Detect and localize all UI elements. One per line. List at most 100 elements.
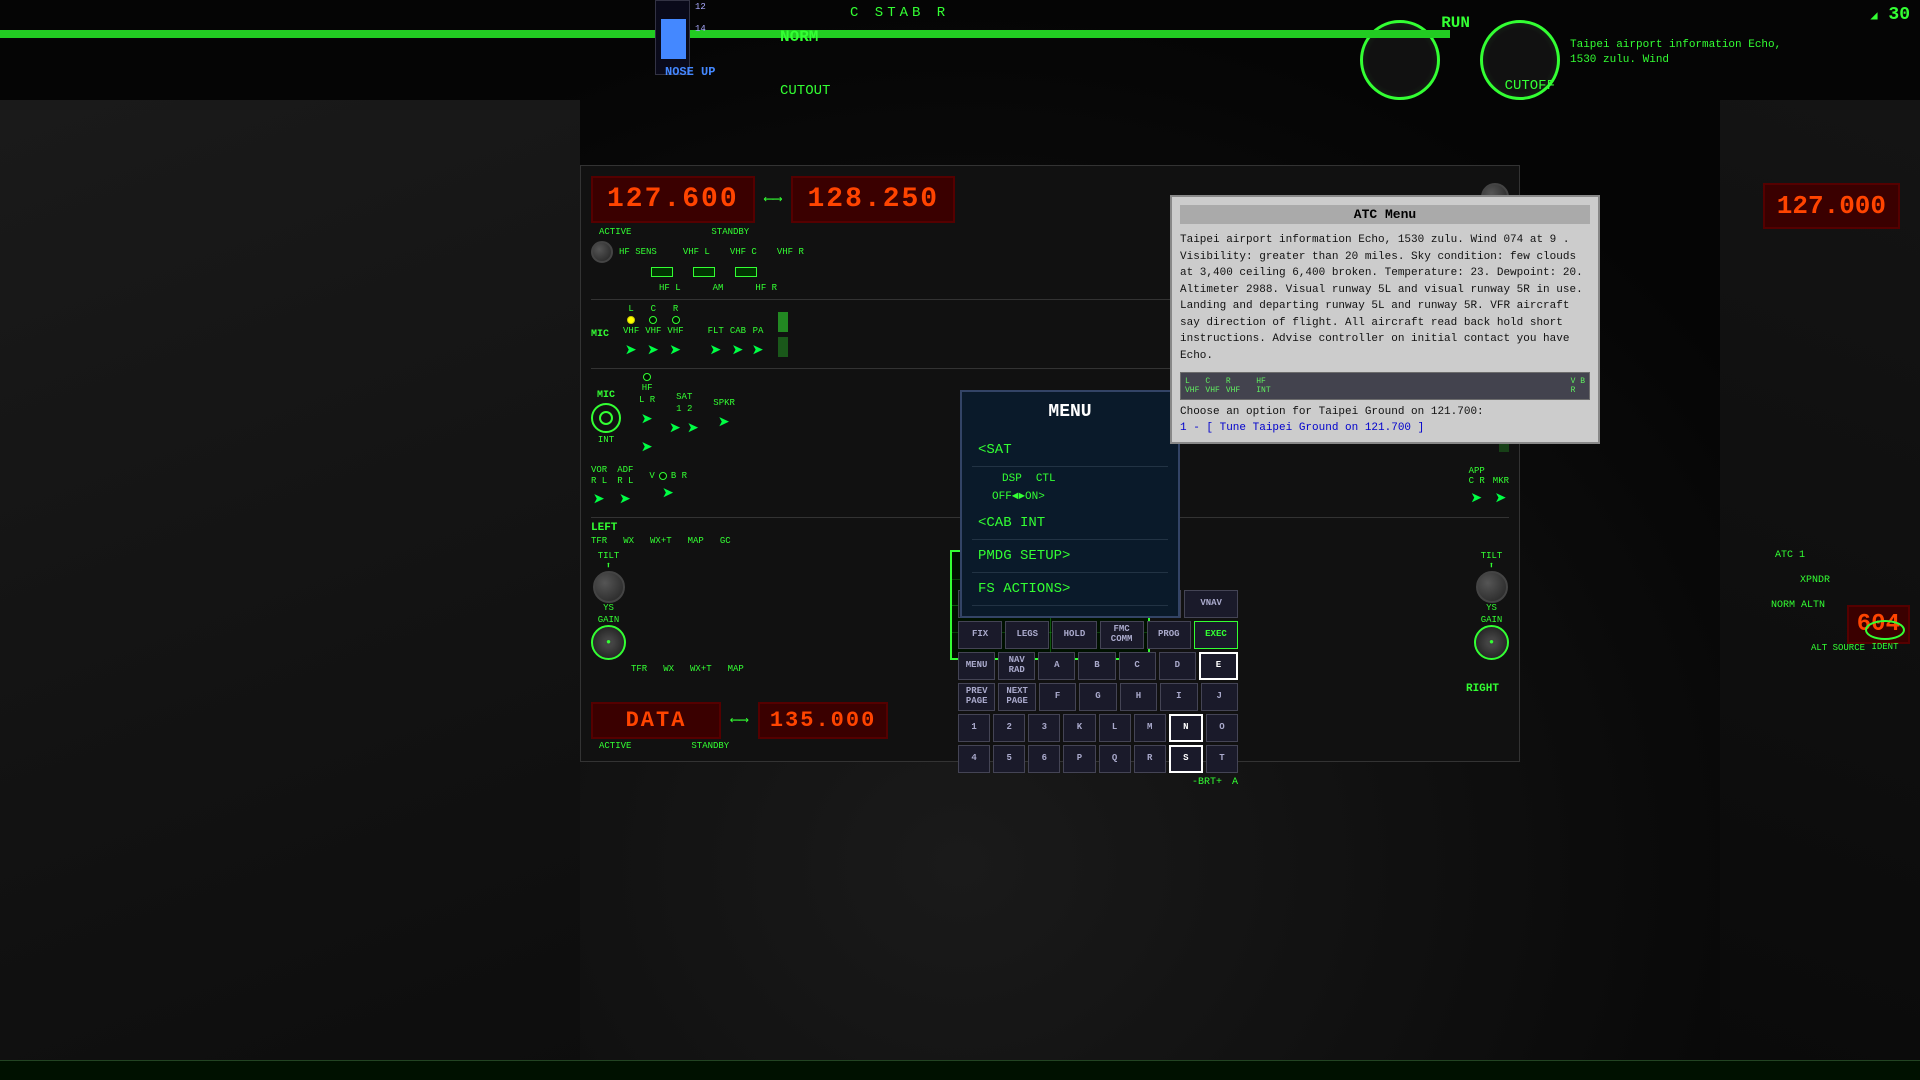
fmc-i[interactable]: I	[1160, 683, 1197, 711]
fmc-hold[interactable]: HOLD	[1052, 621, 1096, 649]
fmc-legs[interactable]: LEGS	[1005, 621, 1049, 649]
fmc-vnav[interactable]: VNAV	[1184, 590, 1238, 618]
cab-arrow[interactable]: ➤	[732, 338, 744, 364]
l-vhf-label: L	[628, 304, 633, 314]
fmc-h[interactable]: H	[1120, 683, 1157, 711]
fmc-t[interactable]: T	[1206, 745, 1238, 773]
fmc-6[interactable]: 6	[1028, 745, 1060, 773]
left-label: LEFT	[591, 522, 617, 534]
com1-standby-freq[interactable]: 128.250	[791, 176, 955, 223]
ident-circle[interactable]	[1865, 620, 1905, 640]
menu-item-pmdg[interactable]: PMDG SETUP>	[972, 540, 1168, 573]
stab-indicator: C STAB R	[850, 5, 949, 21]
sat-12-label: 1 2	[676, 404, 692, 414]
fmc-4[interactable]: 4	[958, 745, 990, 773]
fmc-2[interactable]: 2	[993, 714, 1025, 742]
fmc-c[interactable]: C	[1119, 652, 1156, 680]
wx-label-bot: WX	[663, 664, 674, 674]
fmc-nav-rad[interactable]: NAVRAD	[998, 652, 1035, 680]
dsp-label: DSP	[1002, 473, 1022, 485]
fmc-exec[interactable]: EXEC	[1194, 621, 1238, 649]
xfer-arrows-2[interactable]: ⟵⟶	[731, 712, 748, 729]
atc-option[interactable]: 1 - [ Tune Taipei Ground on 121.700 ]	[1180, 422, 1590, 434]
xfer-arrows[interactable]: ⟵⟶	[765, 191, 782, 208]
l-vhf-arrow[interactable]: ➤	[625, 338, 637, 364]
vbr-arrow[interactable]: ➤	[662, 481, 674, 507]
flt-arrow[interactable]: ➤	[710, 338, 722, 364]
mic-top-label: MIC	[591, 329, 609, 340]
vhf-c-toggle[interactable]	[693, 267, 715, 277]
cutout-label: CUTOUT	[780, 83, 830, 99]
fmc-r[interactable]: R	[1134, 745, 1166, 773]
fmc-fix[interactable]: FIX	[958, 621, 1002, 649]
fmc-d[interactable]: D	[1159, 652, 1196, 680]
fmc-k[interactable]: K	[1063, 714, 1095, 742]
wxt-label-bot: WX+T	[690, 664, 712, 674]
gc-label-top: GC	[720, 536, 731, 546]
fmc-menu[interactable]: MENU	[958, 652, 995, 680]
sat2-arrow[interactable]: ➤	[687, 416, 699, 442]
adf-rl-label: ADF	[617, 465, 633, 475]
hf-l-label: HF L	[659, 283, 681, 293]
fmc-5[interactable]: 5	[993, 745, 1025, 773]
menu-item-cab[interactable]: <CAB INT	[972, 507, 1168, 540]
ghost-c-vhf: CVHF	[1205, 377, 1219, 395]
off-on-indicator[interactable]: OFF◄►ON>	[992, 491, 1168, 503]
fmc-g[interactable]: G	[1079, 683, 1116, 711]
sat-label: SAT	[676, 392, 692, 402]
fmc-q[interactable]: Q	[1099, 745, 1131, 773]
data-active-label: ACTIVE	[599, 741, 631, 751]
hf-r-arrow[interactable]: ➤	[641, 435, 653, 461]
right-radar-knob[interactable]	[1476, 571, 1508, 603]
gain-left-knob[interactable]: ●	[591, 625, 626, 660]
app-arrow[interactable]: ➤	[1471, 486, 1483, 512]
nose-up-label: NOSE UP	[665, 65, 715, 79]
mkr-arrow[interactable]: ➤	[1495, 486, 1507, 512]
fmc-1[interactable]: 1	[958, 714, 990, 742]
hf-sens-knob[interactable]	[591, 241, 613, 263]
fmc-l[interactable]: L	[1099, 714, 1131, 742]
hf-l-arrow[interactable]: ➤	[641, 407, 653, 433]
vor-arrow[interactable]: ➤	[593, 487, 605, 513]
fmc-n[interactable]: N	[1169, 714, 1203, 742]
left-radar-knob[interactable]	[593, 571, 625, 603]
c-vhf-arrow[interactable]: ➤	[647, 338, 659, 364]
gain-right-knob[interactable]: ●	[1474, 625, 1509, 660]
vhf-r-toggle[interactable]	[735, 267, 757, 277]
menu-item-fs[interactable]: FS ACTIONS>	[972, 573, 1168, 606]
fmc-3[interactable]: 3	[1028, 714, 1060, 742]
hf-r-label: HF R	[755, 283, 777, 293]
fmc-f[interactable]: F	[1039, 683, 1076, 711]
mic-circle[interactable]	[591, 403, 621, 433]
fmc-j[interactable]: J	[1201, 683, 1238, 711]
adf-arrow[interactable]: ➤	[619, 487, 631, 513]
menu-item-sat[interactable]: <SAT	[972, 434, 1168, 467]
fmc-o[interactable]: O	[1206, 714, 1238, 742]
spkr-arrow[interactable]: ➤	[718, 410, 730, 436]
fmc-p[interactable]: P	[1063, 745, 1095, 773]
standby-label: STANDBY	[711, 227, 749, 237]
data-active-freq[interactable]: DATA	[591, 702, 721, 739]
fmc-m[interactable]: M	[1134, 714, 1166, 742]
fmc-next-page[interactable]: NEXTPAGE	[998, 683, 1035, 711]
fmc-prev-page[interactable]: PREVPAGE	[958, 683, 995, 711]
warning-strip	[0, 1060, 1920, 1080]
ghost-vb-r: V BR	[1571, 377, 1585, 395]
fmc-a[interactable]: A	[1038, 652, 1075, 680]
sat1-arrow[interactable]: ➤	[669, 416, 681, 442]
com1-active-freq[interactable]: 127.600	[591, 176, 755, 223]
fmc-fmc-comm[interactable]: FMCCOMM	[1100, 621, 1144, 649]
pa-arrow[interactable]: ➤	[752, 338, 764, 364]
vhf-l-toggle[interactable]	[651, 267, 673, 277]
r-vhf-arrow[interactable]: ➤	[670, 338, 682, 364]
tfr-label-top: TFR	[591, 536, 607, 546]
score-box: ◢ 30	[1870, 5, 1910, 25]
c-vhf-label2: VHF	[645, 326, 661, 336]
ident-label: IDENT	[1871, 642, 1898, 652]
r-vhf-label: R	[673, 304, 678, 314]
fmc-prog[interactable]: PROG	[1147, 621, 1191, 649]
fmc-b[interactable]: B	[1078, 652, 1115, 680]
com2-standby-freq[interactable]: 135.000	[758, 702, 888, 739]
fmc-e[interactable]: E	[1199, 652, 1238, 680]
fmc-s[interactable]: S	[1169, 745, 1203, 773]
